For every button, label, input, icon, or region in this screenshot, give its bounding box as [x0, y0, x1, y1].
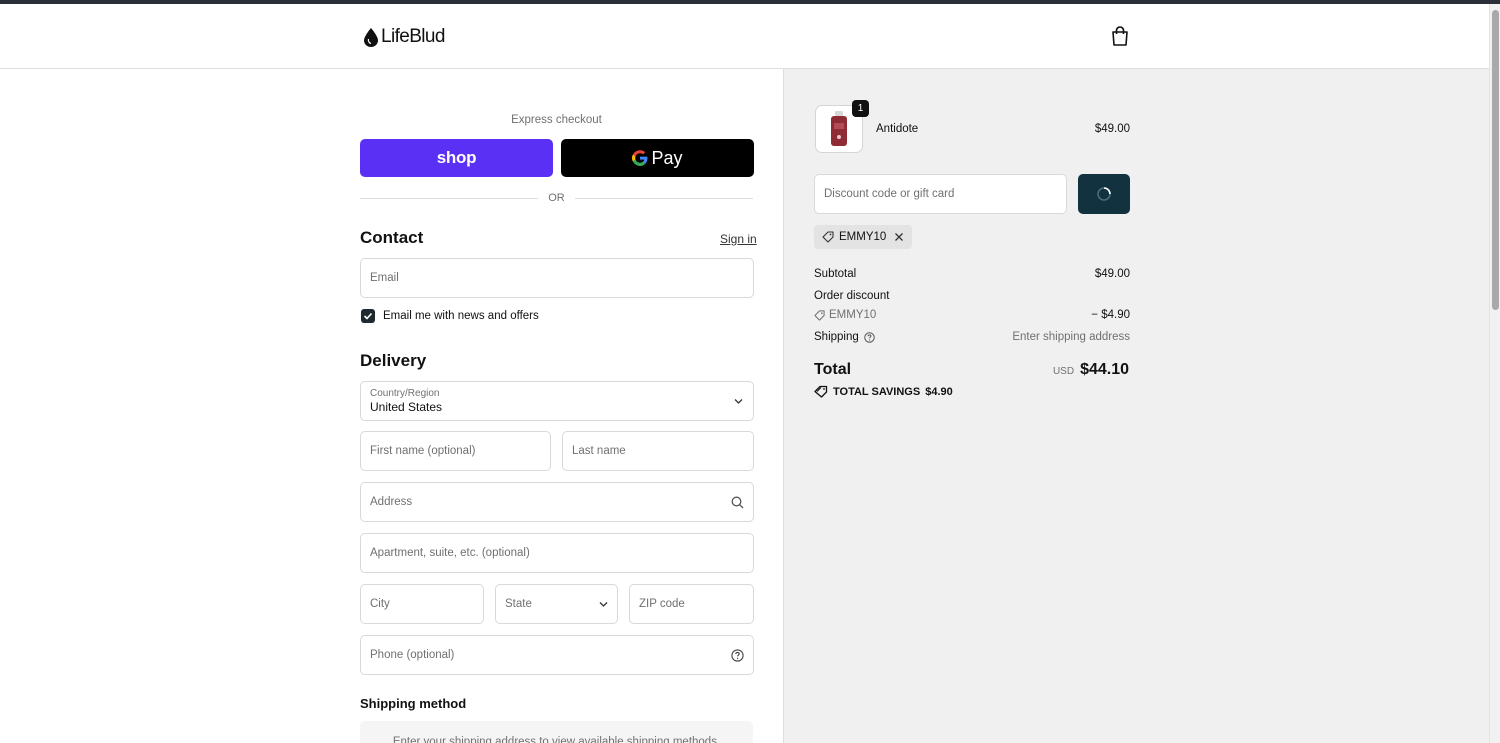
spinner-icon [1097, 187, 1111, 201]
zip-field[interactable]: ZIP code [629, 584, 754, 624]
total-value: $44.10 [1080, 361, 1129, 378]
apartment-field[interactable]: Apartment, suite, etc. (optional) [360, 533, 754, 573]
tag-icon [814, 385, 828, 398]
subtotal-label: Subtotal [814, 268, 857, 280]
sign-in-link[interactable]: Sign in [720, 232, 757, 246]
last-name-field[interactable]: Last name [562, 431, 754, 471]
close-icon[interactable] [894, 232, 904, 242]
newsletter-checkbox-row[interactable]: Email me with news and offers [361, 309, 539, 323]
delivery-title: Delivery [360, 351, 427, 370]
discount-value: − $4.90 [1091, 309, 1130, 321]
city-field[interactable]: City [360, 584, 484, 624]
shipping-method-title: Shipping method [360, 696, 467, 711]
shipping-label: Shipping [814, 331, 859, 343]
shipping-method-notice: Enter your shipping address to view avai… [360, 721, 753, 743]
tag-icon [822, 231, 834, 243]
product-bottle-image [831, 111, 847, 146]
country-select[interactable]: Country/Region United States [360, 381, 754, 421]
chevron-down-icon [599, 602, 608, 607]
discount-code-row: EMMY10 [814, 309, 876, 321]
product-name: Antidote [876, 123, 919, 135]
state-select[interactable]: State [495, 584, 618, 624]
product-price: $49.00 [1094, 123, 1130, 135]
site-header: LifeBlud [0, 4, 1489, 69]
first-name-field[interactable]: First name (optional) [360, 431, 551, 471]
google-g-icon [632, 150, 648, 166]
drop-icon [364, 27, 378, 47]
applied-discount-chip: EMMY10 [814, 225, 913, 249]
page-scrollbar[interactable] [1489, 4, 1500, 743]
currency-code: USD [1052, 366, 1075, 377]
total-label: Total [814, 361, 852, 378]
check-icon [363, 312, 373, 320]
shipping-value: Enter shipping address [1012, 331, 1130, 343]
phone-field[interactable]: Phone (optional) [360, 635, 754, 675]
question-circle-icon[interactable] [731, 648, 744, 662]
tag-icon [814, 309, 825, 321]
quantity-badge: 1 [852, 100, 869, 117]
newsletter-label: Email me with news and offers [383, 310, 539, 322]
total-value-group: USD $44.10 [1053, 361, 1129, 379]
newsletter-checkbox[interactable] [361, 309, 375, 323]
discount-code-input[interactable]: Discount code or gift card [814, 174, 1067, 214]
apply-discount-button[interactable] [1078, 174, 1130, 214]
shipping-row: Shipping [814, 331, 875, 343]
shopping-bag-icon[interactable] [1111, 26, 1129, 46]
express-checkout-label: Express checkout [511, 114, 602, 126]
subtotal-value: $49.00 [1094, 268, 1130, 280]
order-summary-panel [783, 69, 1489, 743]
google-pay-button[interactable]: Pay [561, 139, 754, 177]
order-discount-label: Order discount [814, 290, 890, 302]
chevron-down-icon [734, 399, 743, 404]
total-savings: TOTAL SAVINGS $4.90 [814, 385, 953, 398]
shop-pay-button[interactable]: shop [360, 139, 553, 177]
contact-title: Contact [360, 228, 424, 247]
address-field[interactable]: Address [360, 482, 754, 522]
scrollbar-thumb[interactable] [1492, 10, 1499, 310]
email-field[interactable]: Email [360, 258, 754, 298]
brand-name: LifeBlud [381, 26, 445, 47]
search-icon [731, 496, 744, 508]
or-divider: OR [360, 190, 753, 206]
brand-logo[interactable]: LifeBlud [364, 26, 445, 48]
question-circle-icon[interactable] [864, 331, 875, 343]
